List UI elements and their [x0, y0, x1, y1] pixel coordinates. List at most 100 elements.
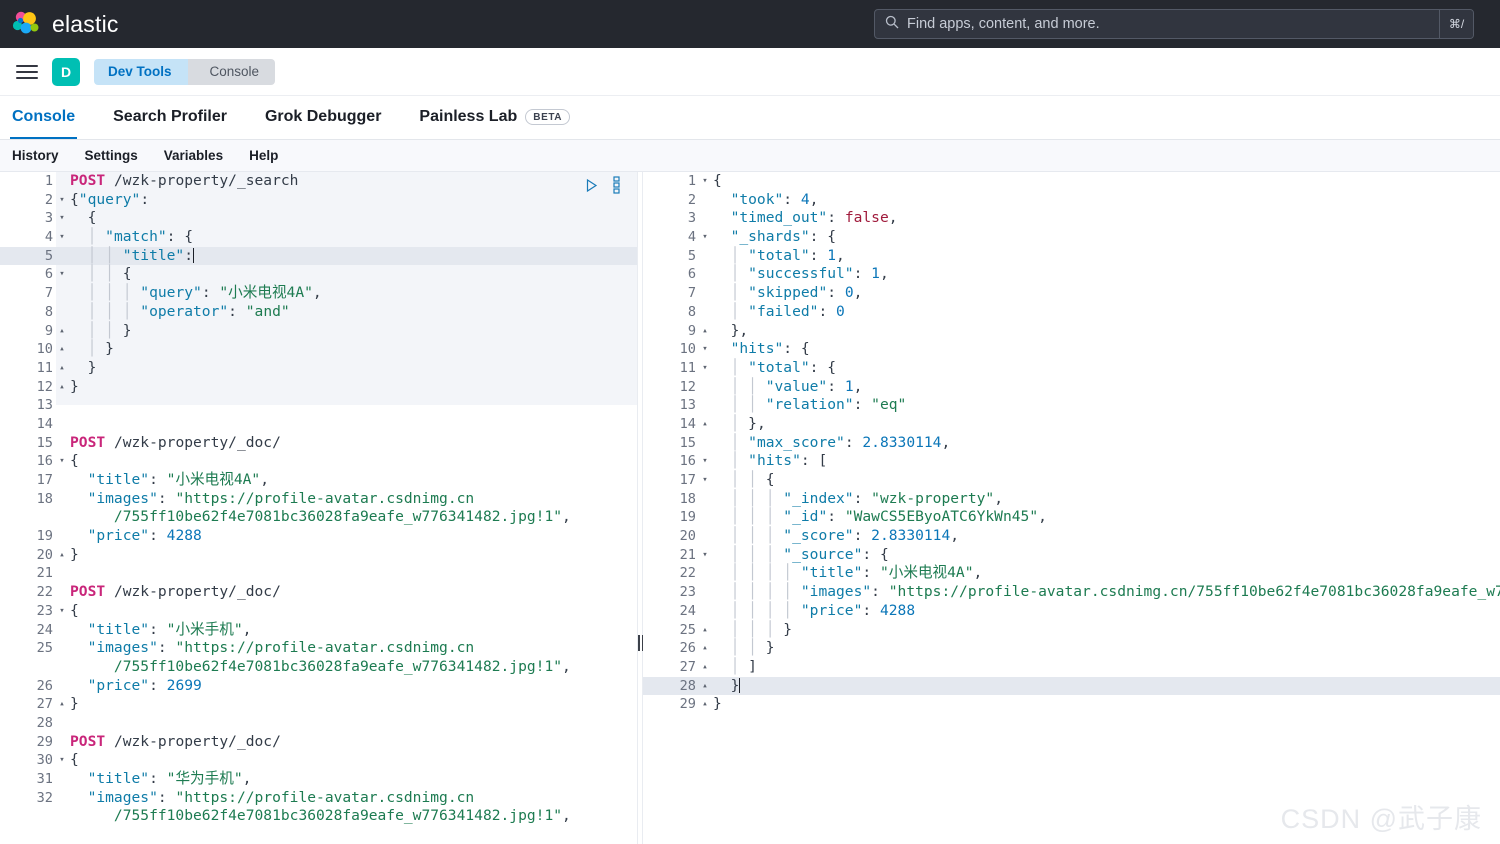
breadcrumb-item-dev-tools[interactable]: Dev Tools [94, 59, 188, 85]
code-line[interactable]: 32 "images": "https://profile-avatar.csd… [0, 789, 637, 826]
tab-search-profiler[interactable]: Search Profiler [111, 97, 229, 139]
tab-console[interactable]: Console [10, 97, 77, 139]
request-code[interactable]: 1POST /wzk-property/_search2▾{"query":3▾… [0, 172, 637, 826]
code-line[interactable]: 2▾{"query": [0, 191, 637, 210]
menu-history[interactable]: History [12, 148, 59, 163]
code-line[interactable]: 15POST /wzk-property/_doc/ [0, 434, 637, 453]
fold-toggle-icon[interactable]: ▾ [56, 265, 68, 284]
response-viewer[interactable]: 1▾{2 "took": 4,3 "timed_out": false,4▾ "… [643, 172, 1500, 844]
code-line[interactable]: 19 "price": 4288 [0, 527, 637, 546]
menu-variables[interactable]: Variables [164, 148, 223, 163]
space-avatar[interactable]: D [52, 58, 80, 86]
code-line[interactable]: 20 │ │ │ "_score": 2.8330114, [643, 527, 1500, 546]
fold-toggle-icon[interactable]: ▾ [699, 546, 711, 565]
fold-toggle-icon[interactable]: ▴ [56, 546, 68, 565]
menu-settings[interactable]: Settings [85, 148, 138, 163]
code-line[interactable]: 9▴ │ │ } [0, 322, 637, 341]
code-line[interactable]: 21 [0, 564, 637, 583]
code-line[interactable]: 4▾ "_shards": { [643, 228, 1500, 247]
code-line[interactable]: 12 │ │ "value": 1, [643, 378, 1500, 397]
code-line[interactable]: 11▴ } [0, 359, 637, 378]
fold-toggle-icon[interactable]: ▾ [56, 751, 68, 770]
fold-toggle-icon[interactable]: ▾ [699, 359, 711, 378]
code-line[interactable]: 16▾ │ "hits": [ [643, 452, 1500, 471]
code-line[interactable]: 6▾ │ │ { [0, 265, 637, 284]
code-line[interactable]: 3▾ { [0, 209, 637, 228]
code-line[interactable]: 29▴} [643, 695, 1500, 714]
fold-toggle-icon[interactable]: ▴ [699, 322, 711, 341]
code-line[interactable]: 27▴ │ ] [643, 658, 1500, 677]
code-line[interactable]: 17 "title": "小米电视4A", [0, 471, 637, 490]
code-line[interactable]: 19 │ │ │ "_id": "WawCS5EByoATC6YkWn45", [643, 508, 1500, 527]
code-line[interactable]: 26▴ │ │ } [643, 639, 1500, 658]
fold-toggle-icon[interactable]: ▾ [699, 452, 711, 471]
global-search[interactable]: Find apps, content, and more. ⌘/ [874, 9, 1474, 39]
fold-toggle-icon[interactable]: ▾ [56, 602, 68, 621]
fold-toggle-icon[interactable]: ▾ [56, 191, 68, 210]
fold-toggle-icon[interactable]: ▴ [699, 639, 711, 658]
fold-toggle-icon[interactable]: ▴ [56, 378, 68, 397]
fold-toggle-icon[interactable]: ▴ [56, 695, 68, 714]
code-line[interactable]: 14 [0, 415, 637, 434]
code-line[interactable]: 8 │ "failed": 0 [643, 303, 1500, 322]
code-line[interactable]: 10▾ "hits": { [643, 340, 1500, 359]
code-line[interactable]: 28▴ } [643, 677, 1500, 696]
code-line[interactable]: 28 [0, 714, 637, 733]
fold-toggle-icon[interactable]: ▴ [699, 695, 711, 714]
code-line[interactable]: 5 │ │ "title": [0, 247, 637, 266]
code-line[interactable]: 21▾ │ │ │ "_source": { [643, 546, 1500, 565]
code-line[interactable]: 15 │ "max_score": 2.8330114, [643, 434, 1500, 453]
code-line[interactable]: 31 "title": "华为手机", [0, 770, 637, 789]
code-line[interactable]: 22POST /wzk-property/_doc/ [0, 583, 637, 602]
fold-toggle-icon[interactable]: ▾ [699, 340, 711, 359]
code-line[interactable]: 3 "timed_out": false, [643, 209, 1500, 228]
code-line[interactable]: 18 │ │ │ "_index": "wzk-property", [643, 490, 1500, 509]
code-line[interactable]: 18 "images": "https://profile-avatar.csd… [0, 490, 637, 527]
code-line[interactable]: 12▴} [0, 378, 637, 397]
code-line[interactable]: 16▾{ [0, 452, 637, 471]
code-line[interactable]: 7 │ │ │ "query": "小米电视4A", [0, 284, 637, 303]
request-editor[interactable]: 1POST /wzk-property/_search2▾{"query":3▾… [0, 172, 637, 844]
code-line[interactable]: 8 │ │ │ "operator": "and" [0, 303, 637, 322]
code-line[interactable]: 30▾{ [0, 751, 637, 770]
breadcrumb-item-console[interactable]: Console [188, 59, 276, 85]
fold-toggle-icon[interactable]: ▴ [56, 340, 68, 359]
fold-toggle-icon[interactable]: ▴ [699, 658, 711, 677]
fold-toggle-icon[interactable]: ▴ [699, 677, 711, 696]
fold-toggle-icon[interactable]: ▾ [56, 452, 68, 471]
code-line[interactable]: 13 [0, 396, 637, 415]
tab-painless-lab[interactable]: Painless Lab BETA [417, 97, 572, 139]
code-line[interactable]: 10▴ │ } [0, 340, 637, 359]
code-line[interactable]: 2 "took": 4, [643, 191, 1500, 210]
code-line[interactable]: 7 │ "skipped": 0, [643, 284, 1500, 303]
fold-toggle-icon[interactable]: ▴ [699, 415, 711, 434]
code-line[interactable]: 29POST /wzk-property/_doc/ [0, 733, 637, 752]
code-line[interactable]: 26 "price": 2699 [0, 677, 637, 696]
fold-toggle-icon[interactable]: ▾ [699, 228, 711, 247]
fold-toggle-icon[interactable]: ▾ [699, 471, 711, 490]
menu-help[interactable]: Help [249, 148, 278, 163]
code-line[interactable]: 1POST /wzk-property/_search [0, 172, 637, 191]
fold-toggle-icon[interactable]: ▾ [56, 209, 68, 228]
code-line[interactable]: 22 │ │ │ │ "title": "小米电视4A", [643, 564, 1500, 583]
hamburger-menu-icon[interactable] [16, 65, 38, 79]
code-line[interactable]: 24 │ │ │ │ "price": 4288 [643, 602, 1500, 621]
code-line[interactable]: 23 │ │ │ │ "images": "https://profile-av… [643, 583, 1500, 602]
wrench-more-actions-icon[interactable] [613, 176, 621, 194]
fold-toggle-icon[interactable]: ▴ [56, 322, 68, 341]
code-line[interactable]: 25▴ │ │ │ } [643, 621, 1500, 640]
code-line[interactable]: 24 "title": "小米手机", [0, 621, 637, 640]
code-line[interactable]: 13 │ │ "relation": "eq" [643, 396, 1500, 415]
brand[interactable]: elastic [12, 10, 119, 38]
code-line[interactable]: 1▾{ [643, 172, 1500, 191]
code-line[interactable]: 27▴} [0, 695, 637, 714]
fold-toggle-icon[interactable]: ▴ [699, 621, 711, 640]
code-line[interactable]: 20▴} [0, 546, 637, 565]
tab-grok-debugger[interactable]: Grok Debugger [263, 97, 383, 139]
code-line[interactable]: 5 │ "total": 1, [643, 247, 1500, 266]
fold-toggle-icon[interactable]: ▴ [56, 359, 68, 378]
code-line[interactable]: 4▾ │ "match": { [0, 228, 637, 247]
code-line[interactable]: 25 "images": "https://profile-avatar.csd… [0, 639, 637, 676]
code-line[interactable]: 23▾{ [0, 602, 637, 621]
search-input[interactable]: Find apps, content, and more. [875, 10, 1439, 38]
